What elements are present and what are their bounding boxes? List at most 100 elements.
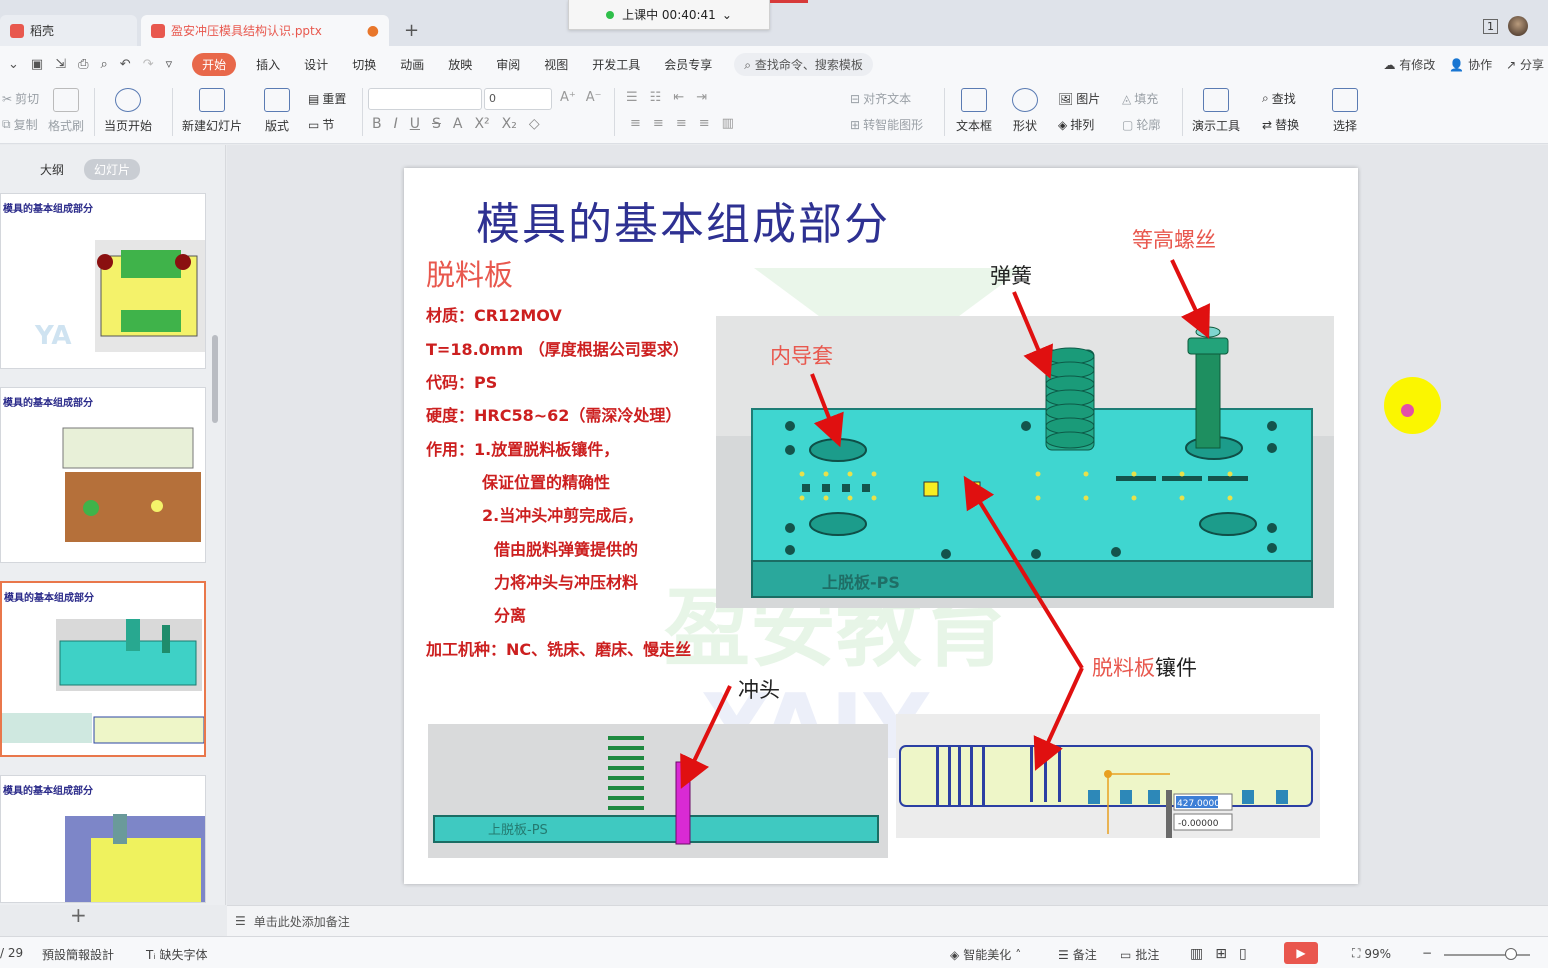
spec-thickness[interactable]: T=18.0mm （厚度根据公司要求） xyxy=(426,336,689,360)
changes-button[interactable]: ☁ 有修改 xyxy=(1383,56,1435,73)
class-timer[interactable]: 上课中 00:40:41 ⌄ xyxy=(568,0,770,30)
grow-font-icon[interactable]: A⁺ xyxy=(560,90,576,105)
bullets-icon[interactable]: ☰ xyxy=(626,90,638,105)
format-painter-button[interactable]: 格式刷 xyxy=(48,88,84,134)
slide-thumbnail-2[interactable]: 模具的基本组成部分 xyxy=(0,387,206,563)
spec-function-2c[interactable]: 力将冲头与冲压材料 xyxy=(494,569,638,593)
font-size-select[interactable]: 0 xyxy=(484,88,552,110)
menu-chevron-icon[interactable]: ⌄ xyxy=(8,57,19,72)
cut-button[interactable]: ✂ 剪切 xyxy=(2,90,39,107)
spec-function-2[interactable]: 2.当冲头冲剪完成后， xyxy=(482,502,643,526)
play-from-current-button[interactable]: 当页开始 xyxy=(104,88,152,134)
label-bolt[interactable]: 等高螺丝 xyxy=(1132,224,1216,254)
coord-y-field[interactable]: -0.00000 xyxy=(1178,819,1219,829)
slide-title[interactable]: 模具的基本组成部分 xyxy=(476,188,890,252)
play-slideshow-button[interactable]: ▶ xyxy=(1284,942,1318,964)
columns-icon[interactable]: ▥ xyxy=(722,116,734,131)
font-color-icon[interactable]: A xyxy=(453,116,463,132)
justify-icon[interactable]: ≡ xyxy=(699,116,710,131)
print-icon[interactable]: ⎙ xyxy=(78,57,88,72)
align-center-icon[interactable]: ≡ xyxy=(653,116,664,131)
save-icon[interactable]: ▣ xyxy=(31,57,43,72)
window-count-badge[interactable]: 1 xyxy=(1483,18,1498,34)
spec-function-1b[interactable]: 保证位置的精确性 xyxy=(482,469,610,493)
menu-animation[interactable]: 动画 xyxy=(388,53,436,76)
slide-thumbnail-1[interactable]: 模具的基本组成部分 YA xyxy=(0,193,206,369)
theme-name[interactable]: 預設簡報設計 xyxy=(42,946,114,963)
menu-developer[interactable]: 开发工具 xyxy=(580,53,652,76)
underline-icon[interactable]: U xyxy=(410,116,420,132)
menu-home[interactable]: 开始 xyxy=(192,52,237,76)
align-text-button[interactable]: ⊟ 对齐文本 xyxy=(850,90,911,107)
sorter-view-icon[interactable]: ⊞ xyxy=(1215,946,1227,962)
superscript-icon[interactable]: X² xyxy=(474,116,489,132)
unsaved-dot-icon[interactable]: ● xyxy=(367,23,379,39)
spec-code[interactable]: 代码：PS xyxy=(426,369,497,393)
label-inner-guide[interactable]: 内导套 xyxy=(770,340,833,370)
notes-pane[interactable]: ☰ 单击此处添加备注 xyxy=(227,905,1548,936)
align-left-icon[interactable]: ≡ xyxy=(630,116,641,131)
redo-icon[interactable]: ↷ xyxy=(143,57,154,72)
coord-x-field[interactable]: 427.0000 xyxy=(1177,799,1220,809)
align-right-icon[interactable]: ≡ xyxy=(676,116,687,131)
notes-toggle[interactable]: ☰ 备注 xyxy=(1058,946,1097,963)
spec-machining[interactable]: 加工机种：NC、铣床、磨床、慢走丝 xyxy=(426,636,691,660)
section-button[interactable]: ▭ 节 xyxy=(308,116,334,133)
picture-button[interactable]: 🖼 图片 xyxy=(1058,90,1100,107)
new-tab-button[interactable]: + xyxy=(404,20,419,41)
zoom-slider-handle[interactable] xyxy=(1505,948,1517,960)
page-indicator[interactable]: / 29 xyxy=(0,946,23,960)
tab-slides[interactable]: 幻灯片 xyxy=(84,159,141,180)
label-punch[interactable]: 冲头 xyxy=(738,674,780,704)
customize-icon[interactable]: ▿ xyxy=(166,57,173,72)
arrange-button[interactable]: ◈ 排列 xyxy=(1058,116,1094,133)
tab-document[interactable]: 盈安冲压模具结构认识.pptx ● xyxy=(141,15,389,46)
spec-function-1[interactable]: 作用：1.放置脱料板镶件， xyxy=(426,436,619,460)
section-view-image[interactable]: 上脱板-PS xyxy=(428,724,888,858)
spec-function-2d[interactable]: 分离 xyxy=(494,602,526,626)
new-slide-button[interactable]: 新建幻灯片 xyxy=(182,88,242,134)
fill-button[interactable]: ◬ 填充 xyxy=(1122,90,1158,107)
tab-docer[interactable]: 稻壳 xyxy=(0,15,137,46)
reset-button[interactable]: ▤ 重置 xyxy=(308,90,346,107)
comments-toggle[interactable]: ▭ 批注 xyxy=(1120,946,1159,963)
menu-insert[interactable]: 插入 xyxy=(244,53,292,76)
spec-material[interactable]: 材质：CR12MOV xyxy=(426,302,562,326)
copy-button[interactable]: ⧉ 复制 xyxy=(2,116,38,133)
label-stripper-insert[interactable]: 脱料板镶件 xyxy=(1092,652,1197,682)
layout-button[interactable]: 版式 xyxy=(264,88,290,134)
select-button[interactable]: 选择 xyxy=(1332,88,1358,134)
outline-button[interactable]: ▢ 轮廓 xyxy=(1122,116,1160,133)
reading-view-icon[interactable]: ▯ xyxy=(1239,946,1247,962)
menu-review[interactable]: 审阅 xyxy=(484,53,532,76)
find-button[interactable]: ⌕ 查找 xyxy=(1262,90,1296,107)
collaborate-button[interactable]: 👤 协作 xyxy=(1449,56,1492,73)
textbox-button[interactable]: 文本框 xyxy=(956,88,992,134)
slide-thumbnail-3[interactable]: 模具的基本组成部分 xyxy=(0,581,206,757)
menu-member[interactable]: 会员专享 xyxy=(652,53,724,76)
italic-icon[interactable]: I xyxy=(394,116,398,132)
fit-window-button[interactable]: ⛶ 99% xyxy=(1352,946,1391,961)
undo-icon[interactable]: ↶ xyxy=(120,57,131,72)
missing-font-button[interactable]: Tᵢ 缺失字体 xyxy=(146,946,208,963)
subscript-icon[interactable]: X₂ xyxy=(502,116,517,132)
label-spring[interactable]: 弹簧 xyxy=(990,260,1032,290)
spec-hardness[interactable]: 硬度：HRC58~62（需深冷处理） xyxy=(426,402,681,426)
preview-icon[interactable]: ⌕ xyxy=(101,57,108,72)
replace-button[interactable]: ⇄ 替换 xyxy=(1262,116,1299,133)
zoom-slider[interactable] xyxy=(1444,954,1530,956)
spec-function-2b[interactable]: 借由脱料弹簧提供的 xyxy=(494,536,638,560)
smart-art-button[interactable]: ⊞ 转智能图形 xyxy=(850,116,923,133)
shrink-font-icon[interactable]: A⁻ xyxy=(586,90,602,105)
avatar[interactable] xyxy=(1508,16,1528,36)
command-search[interactable]: ⌕ 查找命令、搜索模板 xyxy=(734,52,873,76)
zoom-out-button[interactable]: − xyxy=(1422,946,1432,960)
bold-icon[interactable]: B xyxy=(372,116,382,132)
normal-view-icon[interactable]: ▥ xyxy=(1190,946,1203,962)
share-button[interactable]: ↗ 分享 xyxy=(1506,56,1544,73)
indent-decrease-icon[interactable]: ⇤ xyxy=(673,90,684,105)
menu-design[interactable]: 设计 xyxy=(292,53,340,76)
presentation-tools-button[interactable]: 演示工具 xyxy=(1192,88,1240,134)
slide-canvas[interactable]: 盈安教育 YAJY 模具的基本组成部分 脱料板 材质：CR12MOV T=18.… xyxy=(404,168,1358,884)
export-icon[interactable]: ⇲ xyxy=(55,57,66,72)
